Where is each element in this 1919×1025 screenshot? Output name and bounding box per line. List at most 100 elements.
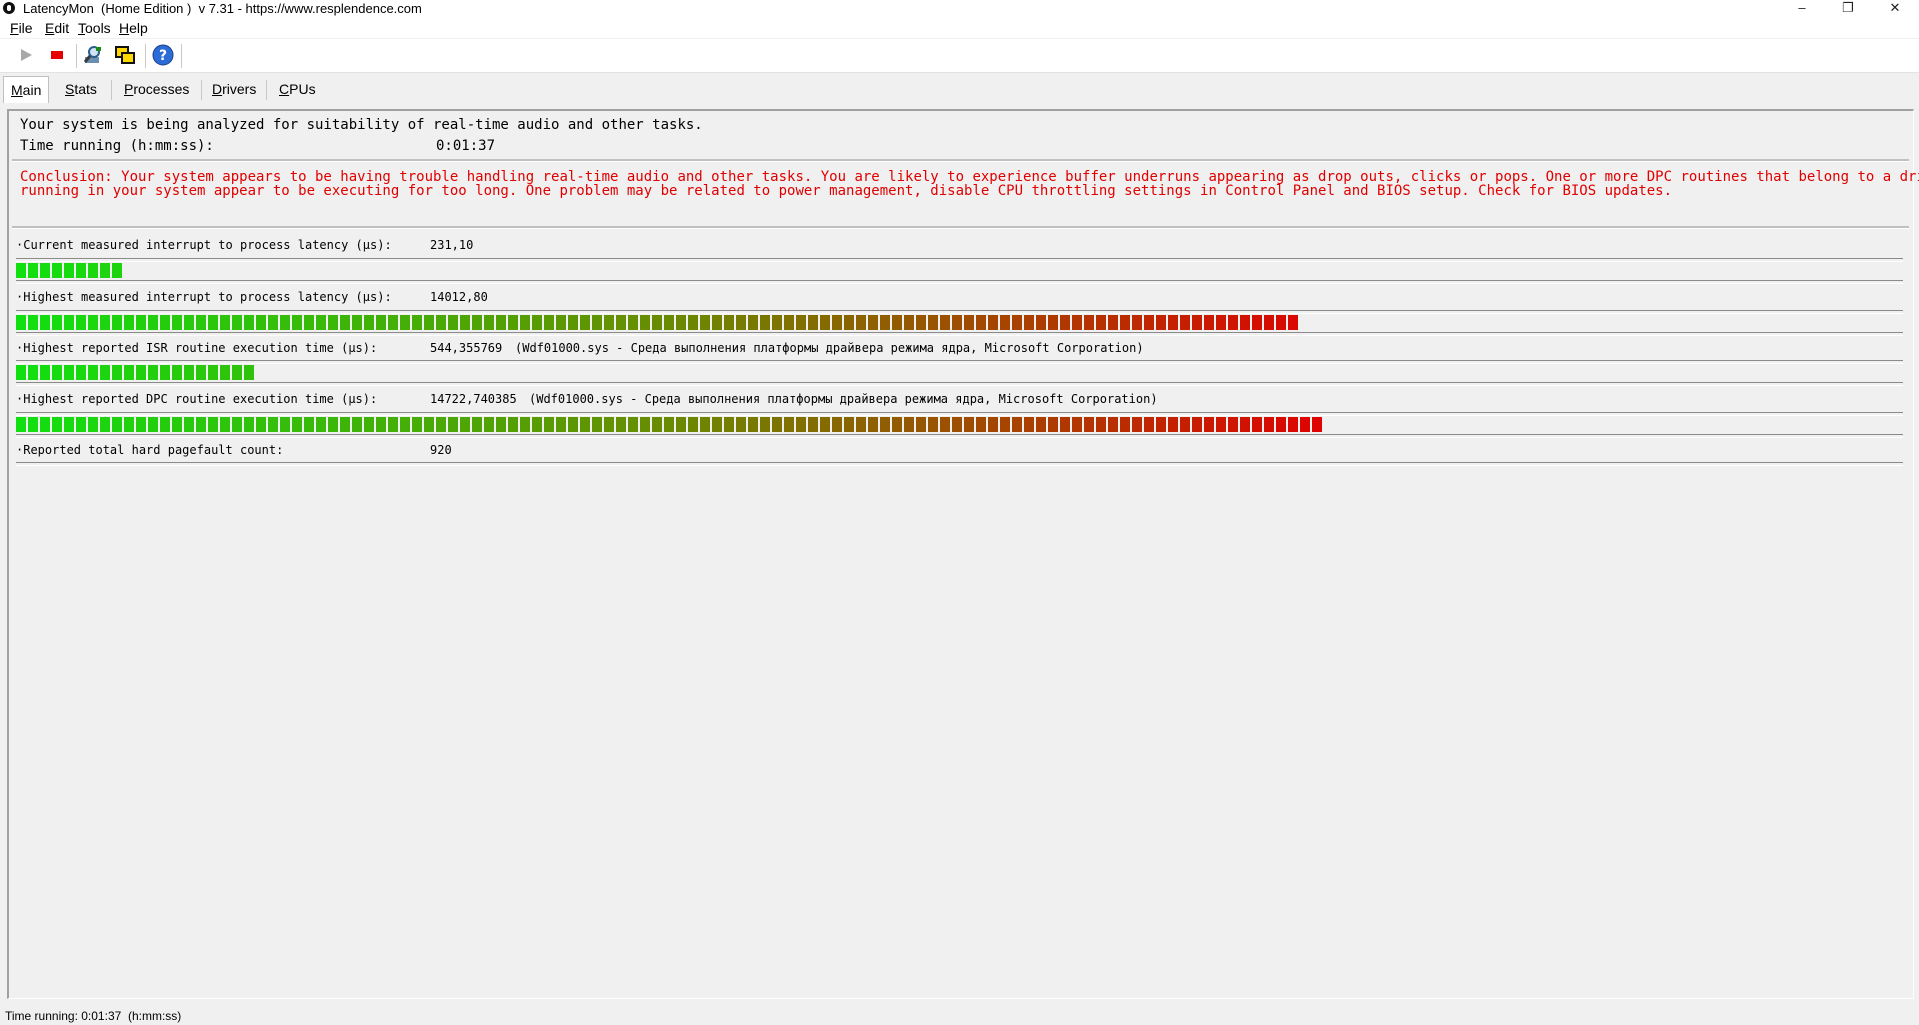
menu-edit[interactable]: Edit bbox=[45, 20, 69, 36]
bar-segment bbox=[556, 315, 566, 330]
bar-segment bbox=[76, 263, 86, 278]
bar-segment bbox=[1060, 417, 1070, 432]
bar-segment bbox=[304, 315, 314, 330]
status-text: Time running: 0:01:37 (h:mm:ss) bbox=[5, 1009, 182, 1023]
bar-segment bbox=[916, 315, 926, 330]
bar-segment bbox=[472, 315, 482, 330]
title-bar[interactable]: LatencyMon (Home Edition ) v 7.31 - http… bbox=[0, 0, 1919, 17]
tab-stats[interactable]: Stats bbox=[58, 78, 104, 100]
bar-segment bbox=[904, 417, 914, 432]
play-button[interactable] bbox=[15, 44, 37, 66]
bar-segment bbox=[952, 417, 962, 432]
bar-segment bbox=[208, 365, 218, 380]
metric-label: ·Reported total hard pagefault count: bbox=[16, 443, 284, 457]
bar-segment bbox=[268, 417, 278, 432]
conclusion-text: Conclusion: Your system appears to be ha… bbox=[20, 169, 1919, 199]
bar-segment bbox=[508, 315, 518, 330]
bar-segment bbox=[724, 315, 734, 330]
bar-segment bbox=[928, 417, 938, 432]
bar-segment bbox=[796, 315, 806, 330]
bar-segment bbox=[352, 315, 362, 330]
bar-segment bbox=[64, 263, 74, 278]
menu-file[interactable]: File bbox=[10, 20, 33, 36]
toolbar-separator bbox=[76, 44, 77, 68]
bar-segment bbox=[424, 315, 434, 330]
bar-segment bbox=[916, 417, 926, 432]
bar-segment bbox=[1000, 417, 1010, 432]
bar-segment bbox=[52, 417, 62, 432]
bar-segment bbox=[856, 315, 866, 330]
bar-segment bbox=[88, 263, 98, 278]
bar-segment bbox=[100, 315, 110, 330]
windows-button[interactable] bbox=[114, 44, 136, 66]
toolbar: ? bbox=[0, 39, 1919, 73]
toolbar-separator bbox=[145, 44, 146, 68]
bar-segment bbox=[580, 417, 590, 432]
latency-bar bbox=[16, 315, 1298, 330]
bar-segment bbox=[532, 315, 542, 330]
bar-segment bbox=[184, 417, 194, 432]
menu-help[interactable]: Help bbox=[119, 20, 148, 36]
search-drivers-button[interactable] bbox=[82, 44, 104, 66]
minimize-button[interactable]: – bbox=[1780, 0, 1824, 17]
bar-segment bbox=[460, 417, 470, 432]
bar-segment bbox=[760, 417, 770, 432]
bar-segment bbox=[868, 315, 878, 330]
bar-segment bbox=[532, 417, 542, 432]
bar-segment bbox=[40, 315, 50, 330]
tab-processes[interactable]: Processes bbox=[117, 78, 196, 100]
help-button[interactable]: ? bbox=[152, 44, 174, 66]
bar-segment bbox=[340, 417, 350, 432]
restore-button[interactable]: ❐ bbox=[1826, 0, 1870, 17]
bar-segment bbox=[820, 417, 830, 432]
bar-segment bbox=[988, 417, 998, 432]
bar-segment bbox=[520, 315, 530, 330]
metric-driver: (Wdf01000.sys - Среда выполнения платфор… bbox=[529, 392, 1158, 406]
bar-segment bbox=[28, 263, 38, 278]
bar-segment bbox=[1300, 417, 1310, 432]
latency-bar bbox=[16, 263, 122, 278]
stop-button[interactable] bbox=[46, 44, 68, 66]
close-button[interactable]: ✕ bbox=[1873, 0, 1917, 17]
bar-segment bbox=[412, 315, 422, 330]
bar-segment bbox=[388, 417, 398, 432]
bar-segment bbox=[424, 417, 434, 432]
window-title: LatencyMon (Home Edition ) v 7.31 - http… bbox=[23, 1, 422, 16]
metric-track bbox=[16, 258, 1903, 262]
bar-segment bbox=[1288, 417, 1298, 432]
bar-segment bbox=[400, 417, 410, 432]
bar-segment bbox=[712, 315, 722, 330]
bar-segment bbox=[1228, 315, 1238, 330]
bar-segment bbox=[256, 315, 266, 330]
metric-value: 544,355769 bbox=[430, 341, 503, 355]
app-icon bbox=[3, 2, 15, 14]
analysis-text: Your system is being analyzed for suitab… bbox=[20, 117, 703, 133]
metric-value: 14722,740385 bbox=[430, 392, 517, 406]
tab-main[interactable]: Main bbox=[3, 76, 50, 103]
tab-separator bbox=[201, 80, 202, 100]
main-panel: Your system is being analyzed for suitab… bbox=[7, 109, 1919, 999]
menu-bar: File Edit Tools Help bbox=[0, 17, 1919, 38]
bar-segment bbox=[28, 315, 38, 330]
bar-segment bbox=[112, 365, 122, 380]
metric-label: ·Highest reported ISR routine execution … bbox=[16, 341, 378, 355]
bar-segment bbox=[232, 417, 242, 432]
play-icon bbox=[21, 49, 32, 61]
bar-segment bbox=[1048, 417, 1058, 432]
bar-segment bbox=[196, 417, 206, 432]
status-bar: Time running: 0:01:37 (h:mm:ss) bbox=[0, 1005, 1919, 1025]
menu-tools[interactable]: Tools bbox=[78, 20, 111, 36]
bar-segment bbox=[268, 315, 278, 330]
bar-segment bbox=[136, 365, 146, 380]
latency-bar bbox=[16, 365, 254, 380]
bar-segment bbox=[40, 365, 50, 380]
bar-segment bbox=[772, 315, 782, 330]
bar-segment bbox=[1276, 315, 1286, 330]
bar-segment bbox=[1168, 417, 1178, 432]
bar-segment bbox=[640, 417, 650, 432]
bar-segment bbox=[208, 417, 218, 432]
metric-label: ·Highest measured interrupt to process l… bbox=[16, 290, 392, 304]
bar-segment bbox=[1072, 417, 1082, 432]
tab-cpus[interactable]: CPUs bbox=[272, 78, 323, 100]
tab-drivers[interactable]: Drivers bbox=[205, 78, 263, 100]
